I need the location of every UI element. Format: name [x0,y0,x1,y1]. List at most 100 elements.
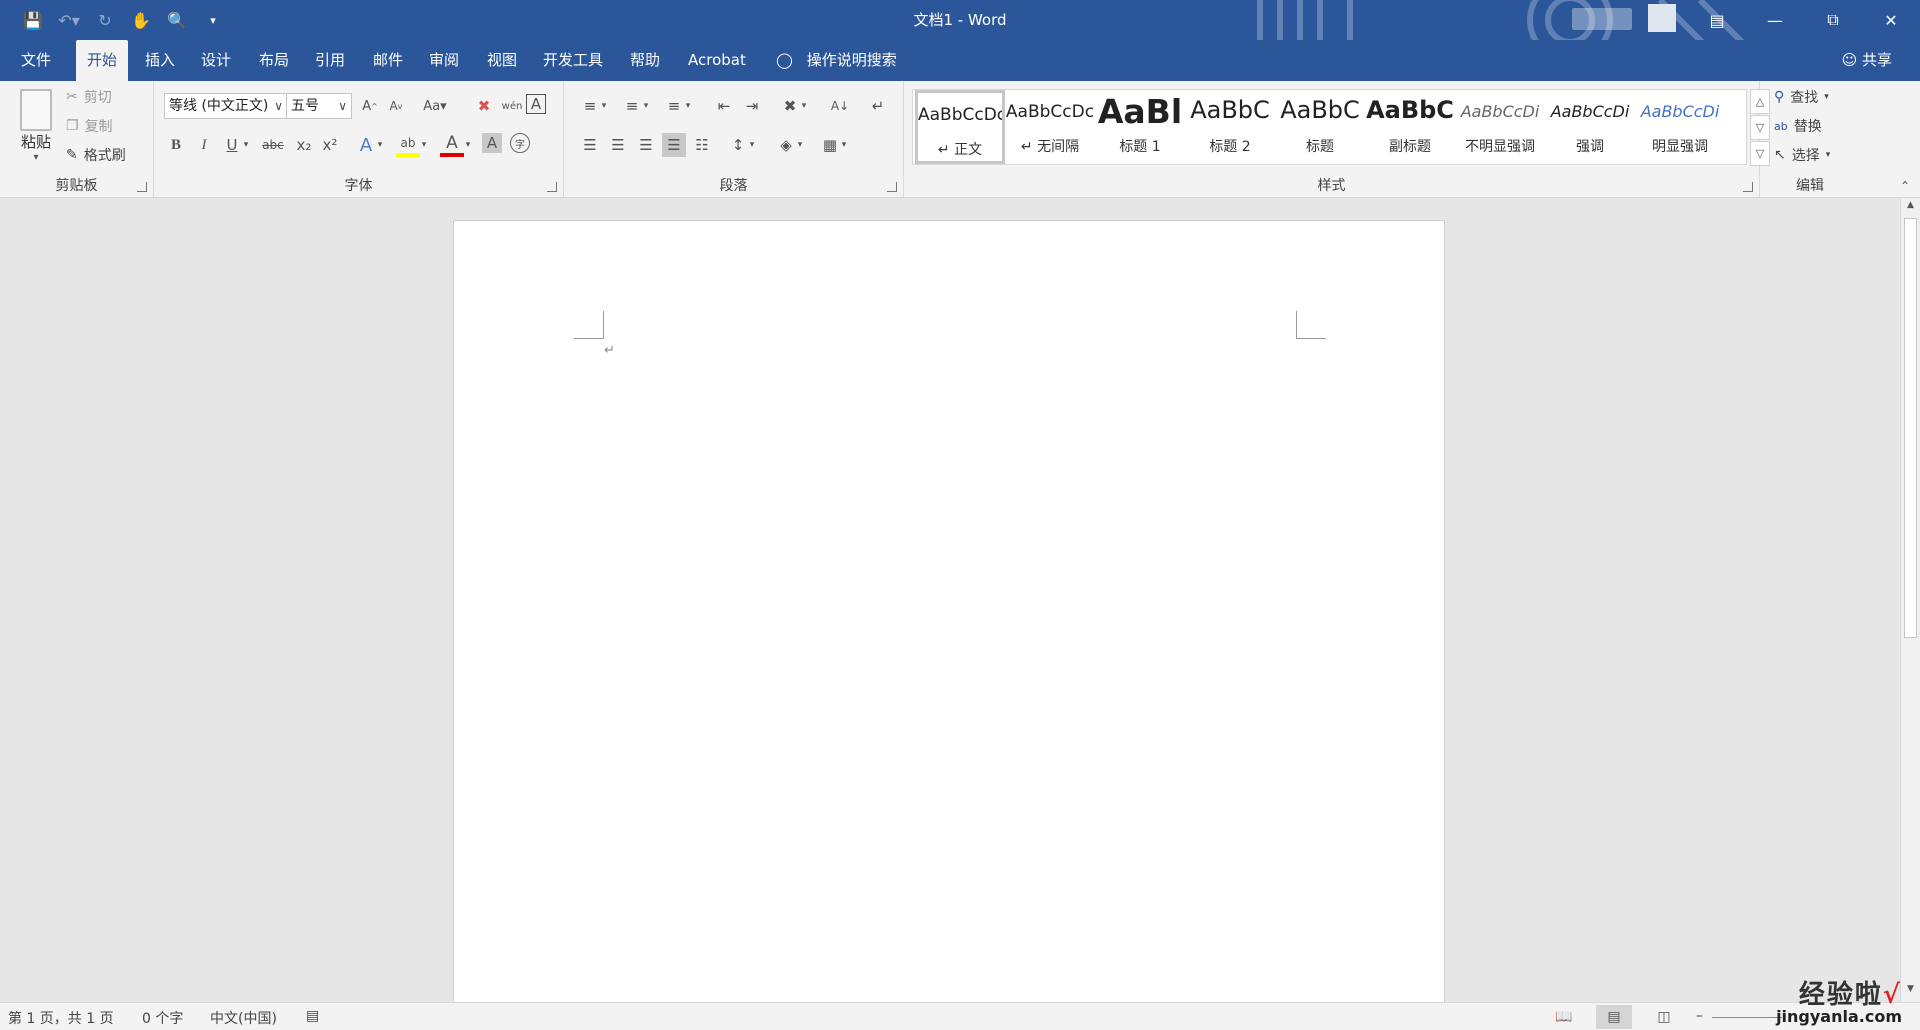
collapse-ribbon-icon[interactable]: ⌃ [1900,179,1910,193]
superscript-icon[interactable]: x² [318,133,342,157]
find-button[interactable]: ⚲ 查找 ▾ [1774,87,1829,107]
scroll-up-icon[interactable]: ▲ [1901,200,1920,216]
tab-home[interactable]: 开始 [76,40,129,81]
style-sample: AaBbCcDi [1640,102,1720,121]
tell-me-search[interactable]: ◯ 操作说明搜索 [776,40,897,81]
scroll-thumb[interactable] [1904,218,1917,638]
tab-acrobat[interactable]: Acrobat [677,40,757,81]
macro-record-icon[interactable]: ▤ [306,1008,319,1024]
avatar[interactable] [1648,4,1676,32]
chevron-down-icon[interactable]: ▾ [374,133,386,157]
enclose-characters-icon[interactable]: 字 [510,133,530,153]
chevron-down-icon[interactable]: ▾ [640,94,652,118]
style-normal[interactable]: AaBbCcDc ↵ 正文 [915,90,1005,164]
zoom-out-icon[interactable]: – [1696,1008,1703,1024]
document-page[interactable]: ↵ [453,220,1445,1002]
style-name: 不明显强调 [1465,139,1535,155]
style-emphasis[interactable]: AaBbCcDi 强调 [1545,90,1635,164]
paste-button[interactable]: 粘贴 ▾ [14,89,58,163]
replace-label: 替换 [1793,119,1822,135]
chevron-down-icon[interactable]: ▾ [240,133,252,157]
tab-review[interactable]: 审阅 [418,40,470,81]
chevron-down-icon[interactable]: ▾ [682,94,694,118]
tab-mailings[interactable]: 邮件 [362,40,414,81]
zoom-slider[interactable] [1712,1017,1782,1018]
scroll-down-icon[interactable]: ▼ [1901,984,1920,1000]
style-name: 明显强调 [1652,139,1708,155]
show-formatting-icon[interactable]: ↵ [866,94,890,118]
brush-icon: ✎ [66,147,78,163]
style-intense-emphasis[interactable]: AaBbCcDi 明显强调 [1635,90,1725,164]
align-right-icon[interactable]: ☰ [634,133,658,157]
tab-file[interactable]: 文件 [10,40,62,81]
chevron-down-icon[interactable]: ▾ [794,133,806,157]
character-border-icon[interactable]: A [526,94,546,114]
ribbon-display-options-icon[interactable]: ▤ [1688,0,1746,40]
distributed-icon[interactable]: ☷ [690,133,714,157]
chevron-down-icon[interactable]: ▾ [798,94,810,118]
page-count[interactable]: 第 1 页，共 1 页 [8,1008,114,1028]
increase-indent-icon[interactable]: ⇥ [740,94,764,118]
select-button[interactable]: ↖ 选择 ▾ [1774,145,1830,165]
font-name-combo[interactable]: 等线 (中文正文) ∨ [164,93,288,119]
styles-launcher-icon[interactable] [1743,182,1753,192]
decrease-indent-icon[interactable]: ⇤ [712,94,736,118]
clear-formatting-icon[interactable]: ✖ [472,94,496,118]
align-left-icon[interactable]: ☰ [578,133,602,157]
restore-icon[interactable]: ⧉ [1804,0,1862,40]
align-center-icon[interactable]: ☰ [606,133,630,157]
tab-layout[interactable]: 布局 [248,40,300,81]
minimize-icon[interactable]: — [1746,0,1804,40]
copy-button[interactable]: ❐ 复制 [66,116,113,136]
chevron-down-icon[interactable]: ▾ [746,133,758,157]
style-heading-2[interactable]: AaBbC 标题 2 [1185,90,1275,164]
word-count[interactable]: 0 个字 [142,1008,183,1028]
style-subtle-emphasis[interactable]: AaBbCcDi 不明显强调 [1455,90,1545,164]
chevron-down-icon: ▾ [1825,150,1831,160]
style-title[interactable]: AaBbC 标题 [1275,90,1365,164]
tab-view[interactable]: 视图 [476,40,528,81]
read-mode-icon[interactable]: 📖 [1546,1005,1582,1029]
tab-developer[interactable]: 开发工具 [532,40,614,81]
chevron-down-icon[interactable]: ▾ [838,133,850,157]
language[interactable]: 中文(中国) [210,1008,277,1028]
share-button[interactable]: ☺ 共享 [1842,40,1892,81]
grow-font-icon[interactable]: A ^ [358,94,382,118]
shrink-font-icon[interactable]: Av [384,94,408,118]
font-name-value: 等线 (中文正文) [169,98,269,114]
watermark-text: 经验啦√ [1798,980,1902,1010]
style-heading-1[interactable]: AaBl 标题 1 [1095,90,1185,164]
sort-icon[interactable]: A↓ [828,94,852,118]
font-launcher-icon[interactable] [547,182,557,192]
close-icon[interactable]: ✕ [1862,0,1920,40]
print-layout-icon[interactable]: ▤ [1596,1005,1632,1029]
font-color-icon[interactable]: A [440,133,464,157]
italic-icon[interactable]: I [192,133,216,157]
chevron-down-icon[interactable]: ▾ [462,133,474,157]
tab-help[interactable]: 帮助 [619,40,671,81]
chevron-down-icon[interactable]: ▾ [598,94,610,118]
chevron-down-icon[interactable]: ▾ [418,133,430,157]
change-case-icon[interactable]: Aa ▾ [418,94,452,118]
strikethrough-icon[interactable]: abc [258,133,288,157]
tab-references[interactable]: 引用 [304,40,356,81]
tab-insert[interactable]: 插入 [134,40,186,81]
format-painter-button[interactable]: ✎ 格式刷 [66,145,126,165]
justify-icon[interactable]: ☰ [662,133,686,157]
tab-design[interactable]: 设计 [190,40,242,81]
cut-button[interactable]: ✂ 剪切 [66,87,112,107]
vertical-scrollbar[interactable]: ▲ ▼ [1900,198,1920,1002]
account-name[interactable] [1572,8,1632,30]
bold-icon[interactable]: B [164,133,188,157]
paragraph-launcher-icon[interactable] [887,182,897,192]
style-subtitle[interactable]: AaBbC 副标题 [1365,90,1455,164]
replace-button[interactable]: ab 替换 [1774,116,1822,136]
font-size-combo[interactable]: 五号 ∨ [286,93,352,119]
highlight-icon[interactable]: ab [396,133,420,157]
clipboard-launcher-icon[interactable] [137,182,147,192]
phonetic-guide-icon[interactable]: wén [500,94,524,118]
character-shading-icon[interactable]: A [482,133,502,153]
style-no-spacing[interactable]: AaBbCcDc ↵ 无间隔 [1005,90,1095,164]
web-layout-icon[interactable]: ◫ [1646,1005,1682,1029]
subscript-icon[interactable]: x₂ [292,133,316,157]
